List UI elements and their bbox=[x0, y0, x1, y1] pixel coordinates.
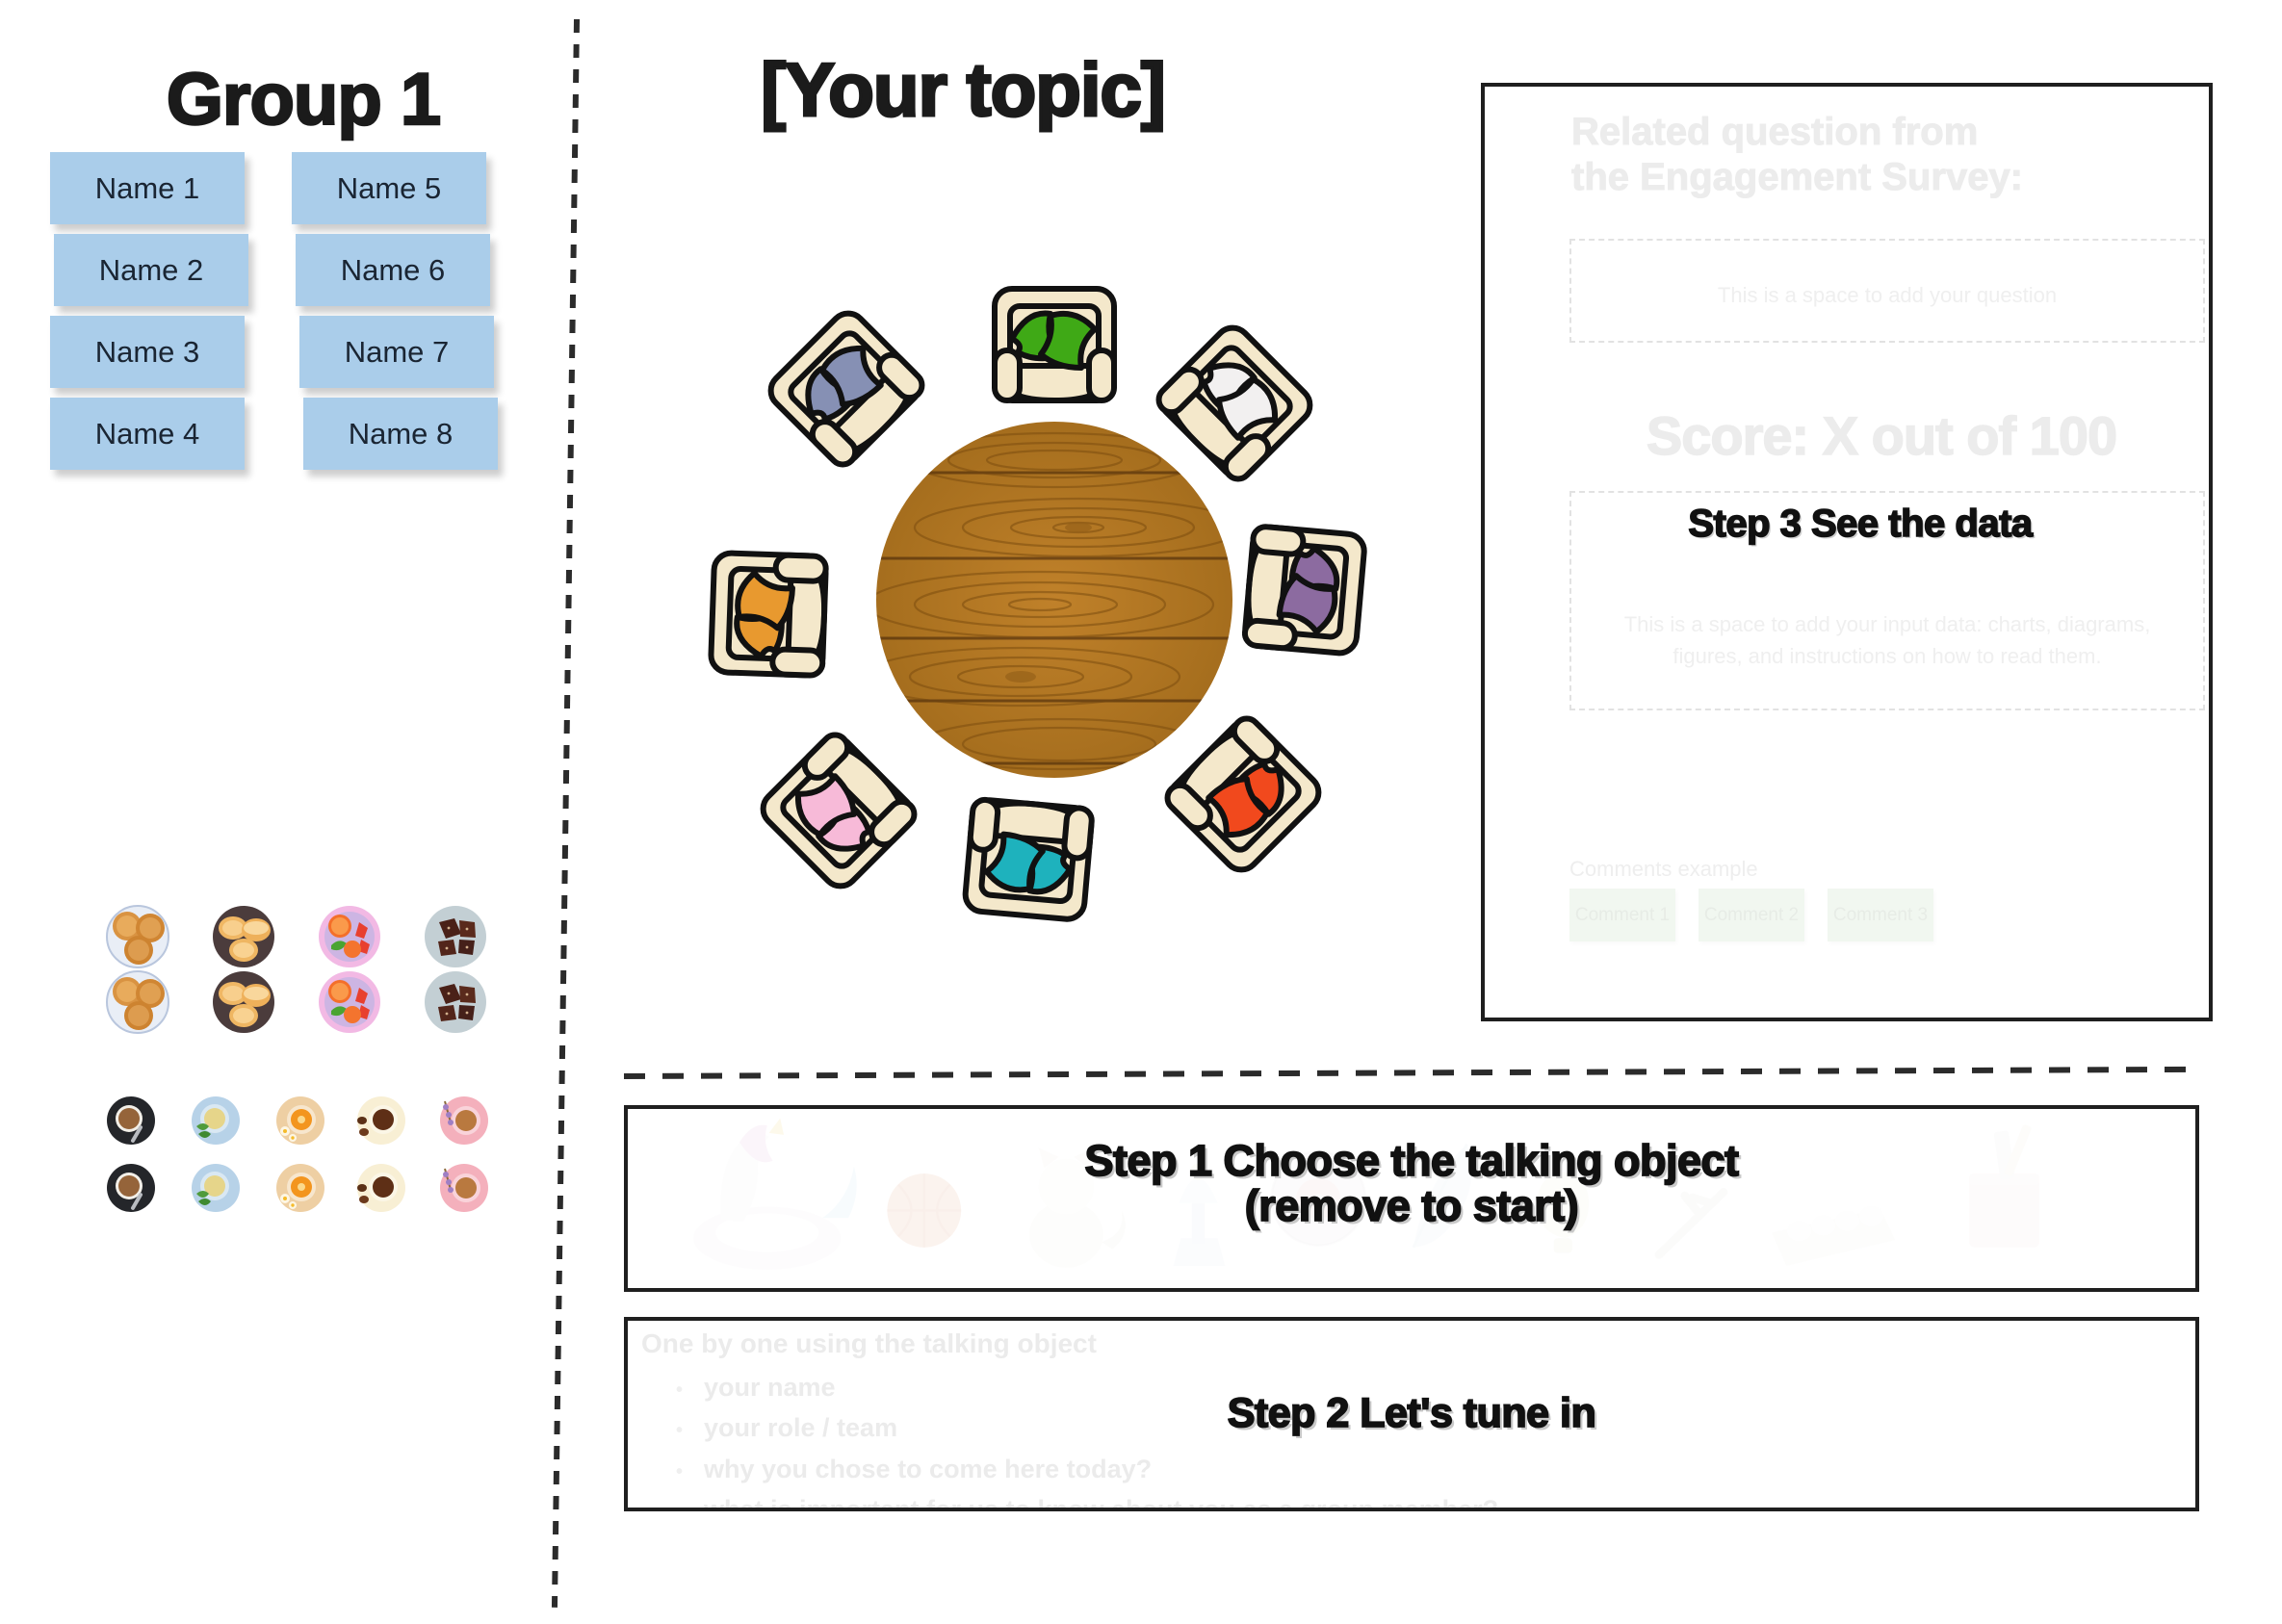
sticky-note-name-7[interactable]: Name 7 bbox=[299, 316, 494, 388]
seat-bottom-left bbox=[756, 730, 920, 893]
page-title: Group 1 bbox=[166, 58, 443, 142]
refreshments-graphic bbox=[106, 905, 489, 1213]
step-2-box[interactable]: One by one using the talking object your… bbox=[624, 1317, 2199, 1511]
topic-title: [Your topic] bbox=[760, 46, 1168, 134]
board-canvas: Group 1 Name 1 Name 2 Name 3 Name 4 Name… bbox=[0, 0, 2282, 1624]
seat-bottom-right bbox=[1162, 713, 1326, 877]
seat-right bbox=[1244, 526, 1365, 655]
sticky-note-name-3[interactable]: Name 3 bbox=[50, 316, 245, 388]
step-1-box[interactable]: Step 1 Choose the talking object (remove… bbox=[624, 1105, 2199, 1292]
comment-note-label: Comment 2 bbox=[1703, 904, 1800, 925]
sticky-note-label: Name 2 bbox=[98, 252, 204, 287]
seat-top-left bbox=[764, 306, 927, 470]
comment-note-label: Comment 3 bbox=[1832, 904, 1929, 925]
sticky-note-name-5[interactable]: Name 5 bbox=[292, 152, 486, 224]
seat-bottom bbox=[964, 799, 1093, 920]
step-1-title-line1: Step 1 Choose the talking object bbox=[1084, 1136, 1740, 1185]
step-1-title-line2: (remove to start) bbox=[1244, 1181, 1580, 1231]
step-2-intro-text: One by one using the talking object bbox=[641, 1328, 1097, 1358]
step-2-title: Step 2 Let's tune in bbox=[1227, 1389, 1597, 1437]
step-3-title: Step 3 See the data bbox=[1688, 502, 2034, 546]
sticky-note-label: Name 5 bbox=[336, 170, 442, 205]
comment-note-3[interactable]: Comment 3 bbox=[1828, 889, 1933, 941]
engagement-survey-panel: Related question from the Engagement Sur… bbox=[1481, 83, 2213, 1021]
sticky-note-label: Name 1 bbox=[94, 170, 200, 205]
seat-top-right bbox=[1154, 321, 1317, 484]
step-2-bullet-list: your name your role / team why you chose… bbox=[676, 1367, 1498, 1508]
sticky-note-label: Name 3 bbox=[94, 334, 200, 369]
score-line: Score: X out of 100 bbox=[1646, 404, 2118, 467]
question-placeholder-text: This is a space to add your question bbox=[1717, 283, 2058, 307]
step-2-bullet: why you chose to come here today? bbox=[676, 1449, 1498, 1489]
comment-note-1[interactable]: Comment 1 bbox=[1569, 889, 1675, 941]
seat-left bbox=[711, 553, 826, 676]
sticky-note-label: Name 4 bbox=[94, 416, 200, 451]
sticky-note-label: Name 6 bbox=[340, 252, 446, 287]
sticky-note-name-4[interactable]: Name 4 bbox=[50, 398, 245, 470]
vertical-dashed-divider bbox=[551, 18, 580, 1608]
sticky-note-name-8[interactable]: Name 8 bbox=[303, 398, 498, 470]
step-1-title: Step 1 Choose the talking object (remove… bbox=[628, 1136, 2195, 1231]
sticky-note-name-1[interactable]: Name 1 bbox=[50, 152, 245, 224]
sticky-note-label: Name 8 bbox=[348, 416, 454, 451]
sticky-note-name-2[interactable]: Name 2 bbox=[54, 234, 248, 306]
comment-note-2[interactable]: Comment 2 bbox=[1699, 889, 1804, 941]
comments-example-label: Comments example bbox=[1569, 857, 1758, 881]
horizontal-dashed-divider bbox=[623, 1066, 2199, 1079]
comment-note-label: Comment 1 bbox=[1574, 904, 1671, 925]
round-table bbox=[876, 422, 1232, 778]
sticky-note-label: Name 7 bbox=[344, 334, 450, 369]
round-table-seating-diagram bbox=[674, 219, 1435, 980]
sticky-note-name-6[interactable]: Name 6 bbox=[296, 234, 490, 306]
step-2-bullet: what is important for us to know about y… bbox=[676, 1489, 1498, 1508]
data-placeholder-text: This is a space to add your input data: … bbox=[1623, 612, 2151, 668]
survey-panel-heading: Related question from the Engagement Sur… bbox=[1571, 110, 2024, 199]
question-input-area[interactable]: This is a space to add your question bbox=[1569, 239, 2205, 343]
seat-top bbox=[995, 289, 1114, 400]
